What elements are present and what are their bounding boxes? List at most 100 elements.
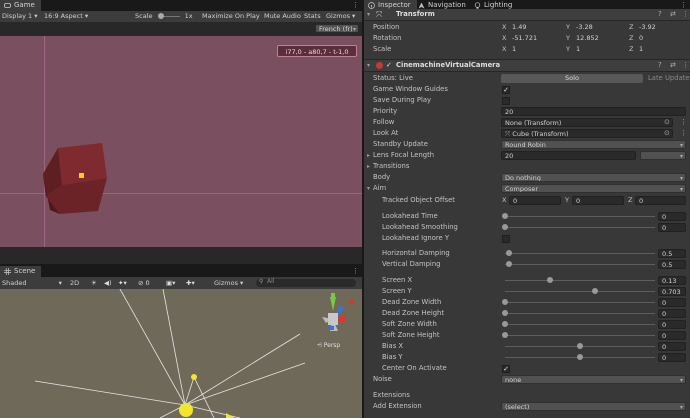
slider-track[interactable] xyxy=(505,302,655,303)
toggle-2d-button[interactable]: 2D xyxy=(70,278,79,289)
slider-knob[interactable] xyxy=(502,224,508,230)
tracked-x-field[interactable]: 0 xyxy=(509,196,561,205)
transform-fold-icon[interactable]: ▾ xyxy=(367,9,370,20)
lighting-toggle-icon[interactable]: ☀ xyxy=(91,278,97,289)
slider-track[interactable] xyxy=(505,324,655,325)
transform-menu-icon[interactable]: ⋮ xyxy=(682,10,689,18)
slider-knob[interactable] xyxy=(502,321,508,327)
position-y-field[interactable]: -3.28 xyxy=(573,23,631,32)
scene-view[interactable]: ⩤ Persp xyxy=(0,289,362,418)
vcam-menu-icon[interactable]: ⋮ xyxy=(682,61,689,69)
aim-fold-icon[interactable]: ▾ xyxy=(367,183,370,194)
slider-value-field[interactable]: 0 xyxy=(658,331,686,340)
transitions-row[interactable]: ▸ Transitions xyxy=(364,161,690,172)
tab-scene[interactable]: Scene xyxy=(0,266,42,277)
slider-track[interactable] xyxy=(505,227,655,228)
lens-field[interactable]: 20 xyxy=(501,151,636,160)
slider-knob[interactable] xyxy=(505,261,512,267)
stats-button[interactable]: Stats xyxy=(304,11,321,22)
slider-track[interactable] xyxy=(505,264,655,265)
slider-value-field[interactable]: 0 xyxy=(658,223,686,232)
follow-picker-icon[interactable]: ⊙ xyxy=(664,118,670,126)
scale-z-field[interactable]: 1 xyxy=(636,45,686,54)
vcam-fold-icon[interactable]: ▾ xyxy=(367,60,370,71)
aspect-dropdown[interactable]: 16:9 Aspect ▾ xyxy=(44,11,88,22)
shading-dropdown[interactable]: Shaded ▾ xyxy=(2,278,62,289)
vcam-preset-icon[interactable]: ⇄ xyxy=(670,61,676,69)
slider-knob[interactable] xyxy=(577,343,583,349)
slider-knob[interactable] xyxy=(577,354,583,360)
slider-track[interactable] xyxy=(505,291,655,292)
preset-icon[interactable]: ⇄ xyxy=(670,10,676,18)
mute-audio-button[interactable]: Mute Audio xyxy=(264,11,301,22)
slider-value-field[interactable]: 0 xyxy=(658,298,686,307)
follow-menu-icon[interactable]: ⋮ xyxy=(680,118,687,126)
slider-track[interactable] xyxy=(505,335,655,336)
rotation-x-field[interactable]: -51.721 xyxy=(509,34,567,43)
priority-field[interactable]: 20 xyxy=(501,107,686,116)
solo-button[interactable]: Solo xyxy=(501,74,643,83)
scale-slider[interactable]: Scale 1x xyxy=(135,11,193,22)
scene-panel-menu-icon[interactable]: ⋮ xyxy=(352,267,360,276)
slider-value-field[interactable]: 0 xyxy=(658,320,686,329)
slider-knob[interactable] xyxy=(502,299,508,305)
slider-value-field[interactable]: 0.5 xyxy=(658,249,686,258)
perspective-label[interactable]: ⩤ Persp xyxy=(317,342,340,350)
body-dropdown[interactable]: Do nothing xyxy=(501,173,686,182)
orientation-gizmo[interactable] xyxy=(312,293,358,337)
slider-track[interactable] xyxy=(505,216,655,217)
look-at-menu-icon[interactable]: ⋮ xyxy=(680,129,687,137)
tracked-y-field[interactable]: 0 xyxy=(572,196,624,205)
slider-value-field[interactable]: 0.703 xyxy=(658,287,686,296)
slider-knob[interactable] xyxy=(502,310,508,316)
transform-header[interactable]: ▾ ⤧ Transform ? ⇄ ⋮ xyxy=(364,9,690,21)
language-dropdown[interactable]: French (fr) xyxy=(315,24,359,33)
scene-camera-icon[interactable]: ▣▾ xyxy=(166,278,175,289)
scene-search-field[interactable]: ⚲ All xyxy=(256,278,356,287)
lookahead-ignore-y-checkbox[interactable] xyxy=(502,235,510,243)
gizmos-dropdown[interactable]: Gizmos ▾ xyxy=(326,11,355,22)
look-at-picker-icon[interactable]: ⊙ xyxy=(664,129,670,137)
save-during-play-checkbox[interactable] xyxy=(502,97,510,105)
transitions-fold-icon[interactable]: ▸ xyxy=(367,161,370,172)
center-on-activate-checkbox[interactable]: ✓ xyxy=(502,365,510,373)
lens-preset-dropdown[interactable] xyxy=(640,151,686,160)
effects-dropdown-icon[interactable]: ✦▾ xyxy=(118,278,127,289)
slider-track[interactable] xyxy=(505,253,655,254)
look-at-field[interactable]: ⤧ Cube (Transform) xyxy=(501,129,673,138)
noise-dropdown[interactable]: none xyxy=(501,375,686,384)
game-window-guides-checkbox[interactable]: ✓ xyxy=(502,86,510,94)
slider-knob[interactable] xyxy=(502,332,508,338)
scene-gizmos-dropdown[interactable]: Gizmos ▾ xyxy=(214,278,243,289)
game-view[interactable]: i77,0 - a80,7 - t-1,0 xyxy=(0,36,362,247)
tools-icon[interactable]: ✚▾ xyxy=(186,278,195,289)
display-dropdown[interactable]: Display 1 ▾ xyxy=(2,11,38,22)
aim-dropdown[interactable]: Composer xyxy=(501,184,686,193)
scale-x-field[interactable]: 1 xyxy=(509,45,567,54)
add-extension-dropdown[interactable]: (select) xyxy=(501,402,686,411)
inspector-menu-icon[interactable]: ⋮ xyxy=(680,1,687,9)
maximize-on-play-button[interactable]: Maximize On Play xyxy=(202,11,260,22)
scale-y-field[interactable]: 1 xyxy=(573,45,631,54)
slider-value-field[interactable]: 0 xyxy=(658,309,686,318)
slider-value-field[interactable]: 0 xyxy=(658,212,686,221)
tracked-z-field[interactable]: 0 xyxy=(635,196,686,205)
audio-toggle-icon[interactable]: ◀) xyxy=(104,278,112,289)
vcam-header[interactable]: ▾ ✓ CinemachineVirtualCamera ? ⇄ ⋮ xyxy=(364,59,690,72)
slider-knob[interactable] xyxy=(505,250,512,256)
rotation-y-field[interactable]: 12.852 xyxy=(573,34,631,43)
vcam-enabled-checkbox[interactable]: ✓ xyxy=(386,62,393,69)
lens-fold-icon[interactable]: ▸ xyxy=(367,150,370,161)
slider-value-field[interactable]: 0.5 xyxy=(658,260,686,269)
slider-value-field[interactable]: 0 xyxy=(658,342,686,351)
vcam-help-icon[interactable]: ? xyxy=(658,61,662,69)
position-z-field[interactable]: -3.92 xyxy=(636,23,686,32)
standby-dropdown[interactable]: Round Robin xyxy=(501,140,686,149)
follow-field[interactable]: None (Transform) xyxy=(501,118,673,127)
slider-knob[interactable] xyxy=(547,277,553,283)
hidden-objects-icon[interactable]: ⊘ 0 xyxy=(138,278,150,289)
game-panel-menu-icon[interactable]: ⋮ xyxy=(352,1,360,10)
rotation-z-field[interactable]: 0 xyxy=(636,34,686,43)
help-icon[interactable]: ? xyxy=(658,10,662,18)
slider-track[interactable] xyxy=(505,280,655,281)
